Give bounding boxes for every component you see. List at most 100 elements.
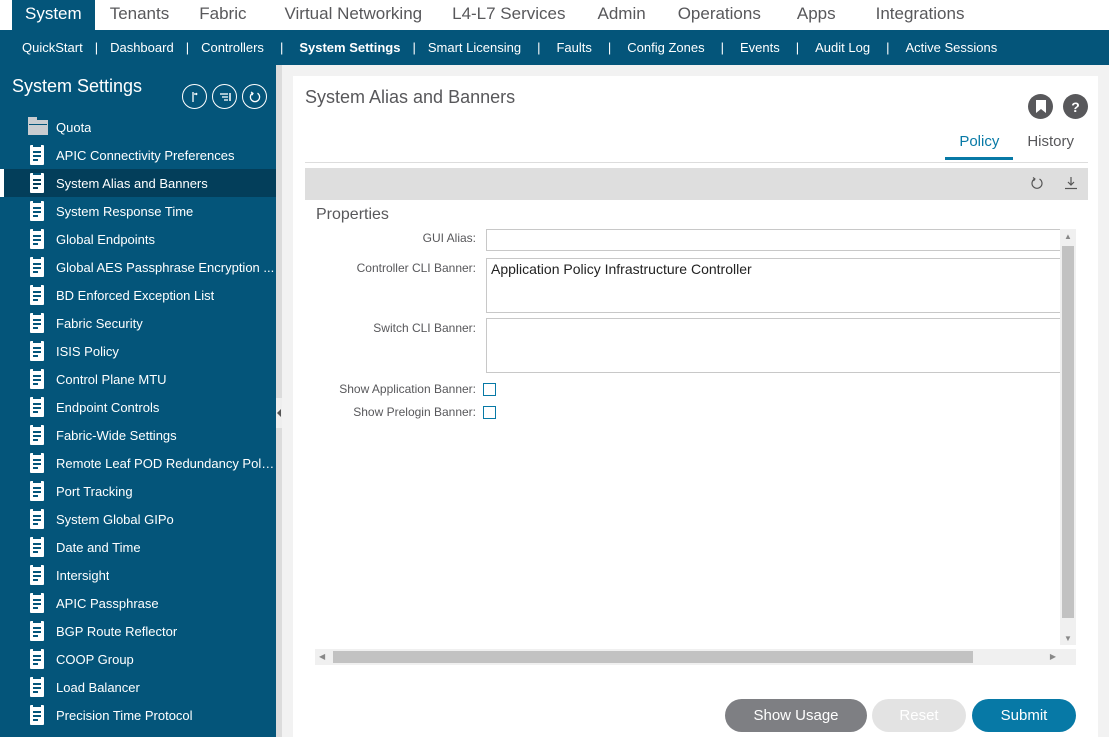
sidebar-item-global-aes-passphrase-encryption[interactable]: Global AES Passphrase Encryption ...	[0, 253, 276, 281]
subnav-separator: |	[94, 40, 99, 55]
subnav-smart-licensing[interactable]: Smart Licensing	[428, 40, 521, 55]
sidebar-item-coop-group[interactable]: COOP Group	[0, 645, 276, 673]
show-prelogin-banner-row: Show Prelogin Banner:	[305, 405, 496, 419]
scroll-left-icon[interactable]: ◀	[319, 652, 325, 661]
sidebar-item-intersight[interactable]: Intersight	[0, 561, 276, 589]
subnav-active-sessions[interactable]: Active Sessions	[905, 40, 997, 55]
download-button[interactable]	[1064, 176, 1078, 194]
sidebar-item-label: COOP Group	[56, 651, 134, 667]
sidebar-item-date-and-time[interactable]: Date and Time	[0, 533, 276, 561]
page-title: System Alias and Banners	[305, 87, 516, 107]
scroll-up-icon[interactable]: ▲	[1064, 232, 1072, 241]
sidebar-item-global-endpoints[interactable]: Global Endpoints	[0, 225, 276, 253]
sidebar-item-control-plane-mtu[interactable]: Control Plane MTU	[0, 365, 276, 393]
switch-cli-banner-row: Switch CLI Banner:	[305, 321, 481, 335]
tab-divider	[305, 162, 1088, 163]
sidebar-item-precision-time-protocol[interactable]: Precision Time Protocol	[0, 701, 276, 729]
vertical-scrollbar[interactable]: ▲ ▼	[1060, 229, 1076, 645]
tab-history[interactable]: History	[1013, 131, 1088, 160]
sidebar-item-isis-policy[interactable]: ISIS Policy	[0, 337, 276, 365]
sidebar-item-fabric-security[interactable]: Fabric Security	[0, 309, 276, 337]
controller-cli-banner-textarea[interactable]: Application Policy Infrastructure Contro…	[486, 258, 1066, 313]
scroll-down-icon[interactable]: ▼	[1064, 634, 1072, 643]
sidebar-item-apic-connectivity-preferences[interactable]: APIC Connectivity Preferences	[0, 141, 276, 169]
sidebar-item-label: Fabric Security	[56, 315, 143, 331]
show-usage-button[interactable]: Show Usage	[725, 699, 867, 732]
sidebar-item-bgp-route-reflector[interactable]: BGP Route Reflector	[0, 617, 276, 645]
submit-button[interactable]: Submit	[972, 699, 1076, 732]
filter-icon[interactable]	[212, 84, 237, 109]
top-nav: System Tenants Fabric Virtual Networking…	[0, 0, 1109, 30]
top-tab-admin[interactable]: Admin	[585, 0, 659, 30]
sidebar-item-fabric-wide-settings[interactable]: Fabric-Wide Settings	[0, 421, 276, 449]
sidebar-item-label: Global Endpoints	[56, 231, 156, 247]
refresh-button[interactable]	[1030, 176, 1044, 194]
top-tab-system[interactable]: System	[12, 0, 95, 30]
sidebar-item-system-global-gipo[interactable]: System Global GIPo	[0, 505, 276, 533]
tab-policy[interactable]: Policy	[945, 131, 1014, 160]
subnav-quickstart[interactable]: QuickStart	[22, 40, 83, 55]
sidebar-item-label: Global AES Passphrase Encryption ...	[56, 259, 275, 275]
vertical-scroll-thumb[interactable]	[1062, 246, 1074, 618]
subnav-dashboard[interactable]: Dashboard	[110, 40, 174, 55]
show-application-banner-checkbox[interactable]	[483, 382, 496, 396]
scroll-right-icon[interactable]: ▶	[1050, 652, 1056, 661]
help-button[interactable]: ?	[1063, 94, 1088, 119]
download-icon	[1065, 177, 1077, 190]
sidebar-item-remote-leaf-pod-redundancy-policy[interactable]: Remote Leaf POD Redundancy Policy	[0, 449, 276, 477]
show-prelogin-banner-checkbox[interactable]	[483, 405, 496, 419]
document-icon	[30, 341, 44, 361]
horizontal-scroll-thumb[interactable]	[333, 651, 973, 663]
switch-cli-banner-textarea[interactable]	[486, 318, 1066, 373]
sidebar-splitter[interactable]	[276, 65, 282, 737]
document-icon	[30, 565, 44, 585]
sidebar-item-label: Port Tracking	[56, 483, 133, 499]
sidebar-item-label: APIC Passphrase	[56, 595, 159, 611]
top-tab-virtual-networking[interactable]: Virtual Networking	[271, 0, 435, 30]
document-icon	[30, 509, 44, 529]
document-icon	[30, 257, 44, 277]
panel-tabs: Policy History	[945, 131, 1088, 160]
sidebar-item-quota[interactable]: Quota	[0, 113, 276, 141]
sidebar-item-bd-enforced-exception-list[interactable]: BD Enforced Exception List	[0, 281, 276, 309]
document-icon	[30, 593, 44, 613]
top-tab-tenants[interactable]: Tenants	[97, 0, 183, 30]
subnav-faults[interactable]: Faults	[556, 40, 591, 55]
sidebar-item-label: Intersight	[56, 567, 110, 583]
horizontal-scrollbar[interactable]: ◀ ▶	[315, 649, 1076, 665]
sidebar-item-system-response-time[interactable]: System Response Time	[0, 197, 276, 225]
document-icon	[30, 369, 44, 389]
panel-toolbar	[305, 168, 1088, 200]
sidebar-tools	[182, 84, 267, 109]
gui-alias-input[interactable]	[486, 229, 1066, 251]
top-tab-l4-l7-services[interactable]: L4-L7 Services	[439, 0, 578, 30]
document-icon	[30, 537, 44, 557]
top-tab-integrations[interactable]: Integrations	[863, 0, 978, 30]
sidebar-item-load-balancer[interactable]: Load Balancer	[0, 673, 276, 701]
subnav-controllers[interactable]: Controllers	[201, 40, 264, 55]
show-application-banner-row: Show Application Banner:	[305, 382, 496, 396]
top-tab-apps[interactable]: Apps	[784, 0, 849, 30]
gui-alias-label: GUI Alias:	[422, 231, 476, 245]
sidebar-item-port-tracking[interactable]: Port Tracking	[0, 477, 276, 505]
properties-title: Properties	[316, 206, 389, 223]
top-tab-fabric[interactable]: Fabric	[186, 0, 259, 30]
bookmark-button[interactable]	[1028, 94, 1053, 119]
document-icon	[30, 677, 44, 697]
subnav-system-settings[interactable]: System Settings	[299, 40, 400, 55]
collapse-sidebar-handle[interactable]	[276, 398, 282, 428]
sidebar-item-system-alias-and-banners[interactable]: System Alias and Banners	[0, 169, 276, 197]
sidebar-item-label: Precision Time Protocol	[56, 707, 193, 723]
sidebar-item-endpoint-controls[interactable]: Endpoint Controls	[0, 393, 276, 421]
collapse-all-icon[interactable]	[182, 84, 207, 109]
sidebar-item-apic-passphrase[interactable]: APIC Passphrase	[0, 589, 276, 617]
reset-button[interactable]: Reset	[872, 699, 966, 732]
subnav-events[interactable]: Events	[740, 40, 780, 55]
subnav-separator: |	[412, 40, 416, 55]
refresh-icon[interactable]	[242, 84, 267, 109]
top-tab-operations[interactable]: Operations	[665, 0, 774, 30]
subnav-config-zones[interactable]: Config Zones	[627, 40, 704, 55]
document-icon	[30, 397, 44, 417]
subnav-separator: |	[795, 40, 800, 55]
subnav-audit-log[interactable]: Audit Log	[815, 40, 870, 55]
